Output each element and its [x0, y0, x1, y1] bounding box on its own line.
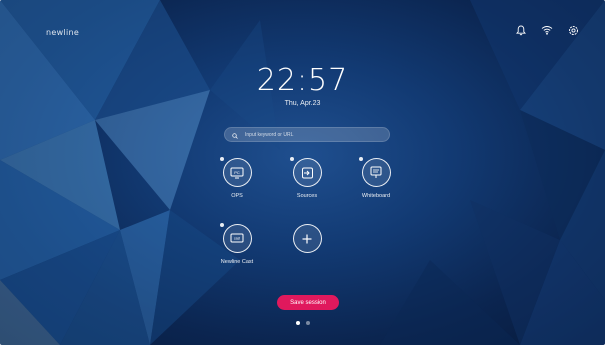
wifi-icon[interactable] [541, 24, 553, 36]
page-dot[interactable] [305, 321, 310, 325]
search-bar[interactable] [224, 127, 390, 142]
app-indicator-dot [220, 223, 224, 227]
clock-time: 22:57 [256, 63, 349, 98]
app-indicator-dot [220, 157, 224, 161]
add-icon[interactable] [292, 224, 322, 253]
svg-text:PC: PC [234, 170, 240, 175]
page-dot-active[interactable] [295, 321, 300, 325]
page-indicator [0, 321, 605, 325]
search-icon [232, 126, 238, 144]
app-tile-add[interactable] [277, 224, 337, 253]
search-input[interactable] [243, 130, 387, 139]
clock-date: Thu, Apr.23 [284, 100, 321, 107]
pc-icon[interactable]: PC [222, 158, 252, 187]
app-tile-newline-cast[interactable]: cast Newline Cast [207, 223, 267, 265]
app-indicator-dot [290, 157, 294, 161]
home-screen: newline 22:57 Thu, Apr.23 PC OPS Sources [0, 0, 605, 345]
app-label: Whiteboard [361, 193, 391, 199]
cast-icon[interactable]: cast [222, 224, 252, 253]
whiteboard-icon[interactable] [361, 158, 391, 187]
app-label: Sources [296, 193, 318, 199]
save-session-button[interactable]: Save session [277, 295, 339, 310]
status-bar [515, 24, 579, 36]
bell-icon[interactable] [515, 24, 527, 36]
app-tile-sources[interactable]: Sources [277, 157, 337, 199]
sources-icon[interactable] [292, 158, 322, 187]
settings-icon[interactable] [567, 24, 579, 36]
app-tile-ops[interactable]: PC OPS [207, 157, 267, 199]
brand-logo: newline [46, 28, 80, 37]
app-tile-whiteboard[interactable]: Whiteboard [346, 157, 406, 199]
app-label: Newline Cast [220, 259, 254, 265]
app-label: OPS [231, 193, 243, 199]
app-indicator-dot [359, 157, 363, 161]
svg-text:cast: cast [234, 237, 240, 241]
